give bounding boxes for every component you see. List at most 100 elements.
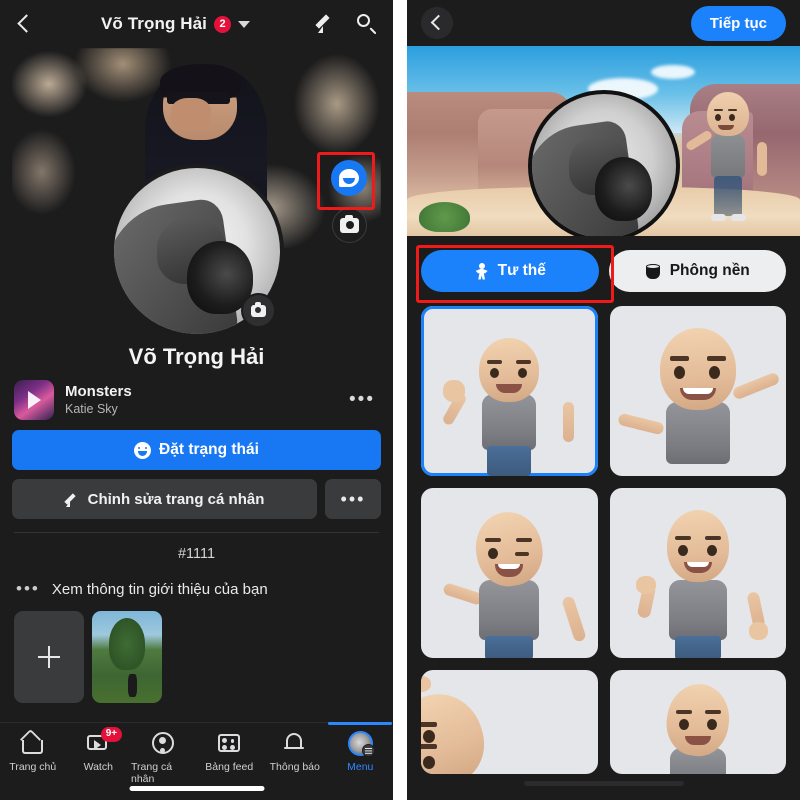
hero-avatar-shoes [710,213,726,221]
pose-arm [731,371,781,401]
hero-avatar-legs [713,175,742,216]
pose-head [421,683,495,774]
tab-pose-label: Tư thế [497,262,546,279]
more-actions-button[interactable]: ••• [325,479,381,519]
watch-badge: 9+ [100,727,123,742]
feed-icon [217,731,242,756]
pose-eye [677,545,688,556]
music-title: Monsters [65,382,132,400]
profile-title-group[interactable]: Võ Trọng Hải 2 [36,14,315,34]
person-icon [151,731,176,756]
hero-avatar-eyes [714,113,721,121]
pose-option-wink-lean[interactable] [421,488,598,658]
avatar-bubble-glyph [339,169,359,187]
music-album-art [14,380,54,420]
pose-jeans [487,446,532,476]
photo-thumbnail[interactable] [92,611,162,703]
right-top-bar: Tiếp tục [407,0,800,46]
pencil-icon [65,492,80,507]
pose-option-arms-out[interactable] [609,306,786,476]
paint-bucket-icon [645,263,661,280]
secondary-action-row: Chỉnh sửa trang cá nhân ••• [12,479,381,519]
pose-shirt [668,580,727,640]
pose-wink-eye [515,552,530,556]
pose-option-flex[interactable] [609,488,786,658]
status-badge: 2 [214,15,232,33]
screenshot-stage: Võ Trọng Hải 2 Võ Trọng Hải Monsters Kat… [0,0,800,800]
nav-item-home[interactable]: Trang chủ [0,731,66,773]
hero-profile-photo-overlay [527,90,680,236]
pose-head [662,680,734,760]
search-icon[interactable] [355,12,379,36]
pose-brow [669,356,689,361]
bell-icon [282,731,307,756]
pose-teeth [682,388,713,394]
nav-label-home: Trang chủ [9,761,57,773]
messenger-avatar-icon[interactable] [331,160,367,196]
about-label: Xem thông tin giới thiệu của bạn [51,580,268,598]
panel-divider [393,0,407,800]
back-chevron-icon[interactable] [421,7,453,39]
pose-option-close-up[interactable] [421,670,598,774]
tab-pose[interactable]: Tư thế [421,250,599,292]
pose-option-wave[interactable] [421,306,598,476]
pose-shirt [479,580,540,640]
pose-jeans [674,636,721,658]
left-phone-panel: Võ Trọng Hải 2 Võ Trọng Hải Monsters Kat… [0,0,393,800]
watch-icon: 9+ [86,727,123,756]
pose-hand [443,380,465,402]
avatar-editor-tabs: Tư thế Phông nền [407,236,800,303]
nav-item-watch[interactable]: 9+ Watch [66,727,132,773]
back-chevron-icon[interactable] [14,13,36,35]
pose-head [470,506,549,592]
add-photo-button[interactable] [14,611,84,703]
pose-hand [635,576,656,594]
music-row[interactable]: Monsters Katie Sky ••• [0,370,393,422]
hero-avatar-arm [756,141,767,176]
nav-label-watch: Watch [83,761,113,773]
profile-name: Võ Trọng Hải [128,344,265,369]
page-title: Võ Trọng Hải [100,14,208,33]
nav-label-menu: Menu [347,761,374,773]
cover-camera-icon[interactable] [332,208,367,243]
pose-hand [749,622,768,640]
menu-avatar-icon [347,731,375,757]
hero-avatar-brows [713,108,723,112]
pose-eye [673,366,685,379]
music-more-icon[interactable]: ••• [345,389,379,411]
ellipsis-icon: ••• [16,579,40,598]
right-phone-panel: Tiếp tục Tư thế Phông nền [407,0,800,800]
nav-item-profile[interactable]: Trang cá nhân [131,731,197,785]
pose-shirt [482,394,537,450]
nav-item-menu[interactable]: Menu [328,722,394,773]
bottom-navigation: Trang chủ 9+ Watch Trang cá nhân Bảng fe… [0,722,393,800]
set-status-button[interactable]: Đặt trạng thái [12,430,381,470]
continue-button[interactable]: Tiếp tục [690,5,786,41]
pose-jeans [485,636,534,658]
pencil-icon[interactable] [315,12,339,36]
hero-bush [418,201,470,233]
pose-shirt [665,402,730,464]
nav-item-feed[interactable]: Bảng feed [197,731,263,773]
nav-label-notifications: Thông báo [269,761,320,773]
pose-brow [485,538,502,542]
plus-icon [38,646,60,668]
tab-background[interactable]: Phông nền [608,250,786,292]
nav-item-notifications[interactable]: Thông báo [262,731,328,773]
pose-grid [407,292,800,774]
top-bar-actions [315,12,379,36]
photos-row [0,599,393,703]
about-row[interactable]: ••• Xem thông tin giới thiệu của bạn [0,562,393,599]
pose-option-look-up[interactable] [609,670,786,774]
home-icon [20,731,45,756]
pose-brow [674,536,691,540]
scroll-indicator[interactable] [523,781,684,786]
camera-glyph [340,214,359,233]
hamburger-lines-icon [364,747,372,754]
chevron-down-icon[interactable] [238,20,251,28]
music-artist: Katie Sky [65,402,118,417]
home-indicator [129,786,264,791]
edit-profile-button[interactable]: Chỉnh sửa trang cá nhân [12,479,317,519]
smiley-face-icon [134,441,152,459]
profile-camera-icon[interactable] [240,293,276,328]
